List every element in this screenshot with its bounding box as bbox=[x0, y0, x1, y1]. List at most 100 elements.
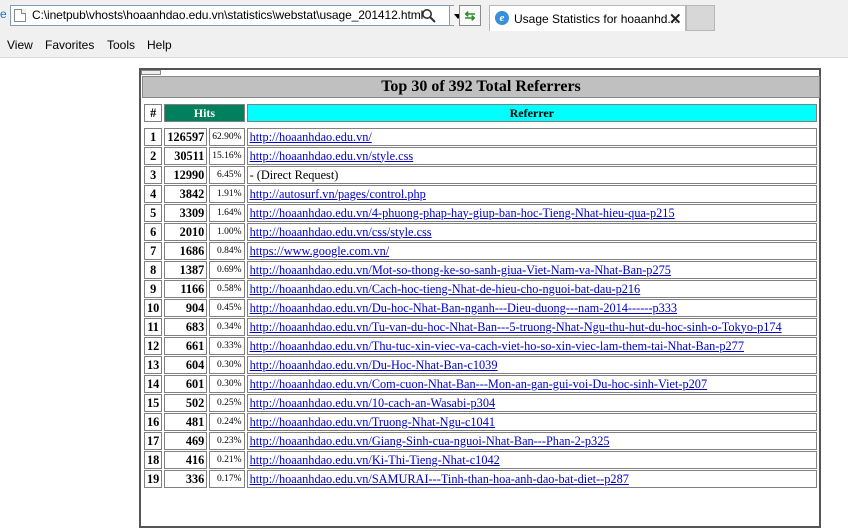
document-icon bbox=[14, 9, 26, 22]
row-referrer: http://hoaanhdao.edu.vn/10-cach-an-Wasab… bbox=[246, 394, 817, 412]
menu-view[interactable]: View bbox=[7, 38, 33, 52]
row-referrer: https://www.google.com.vn/ bbox=[246, 242, 817, 260]
row-hits: 1166 bbox=[164, 280, 208, 298]
referrers-table: # Hits Referrer 1 126597 62.90% http://hoaa… bbox=[142, 103, 819, 489]
table-row: 6 2010 1.00% http://hoaanhdao.edu.vn/css/st… bbox=[144, 223, 817, 241]
referrer-link[interactable]: http://hoaanhdao.edu.vn/Thu-tuc-xin-viec… bbox=[250, 339, 744, 353]
referrer-link[interactable]: http://hoaanhdao.edu.vn/Du-Hoc-Nhat-Ban-… bbox=[250, 358, 498, 372]
row-percent: 1.64% bbox=[209, 204, 245, 222]
referrer-link[interactable]: http://autosurf.vn/pages/control.php bbox=[250, 187, 426, 201]
row-number: 1 bbox=[144, 128, 163, 146]
table-row: 12 661 0.33% http://hoaanhdao.edu.vn/Thu-tu… bbox=[144, 337, 817, 355]
row-percent: 15.16% bbox=[209, 147, 245, 165]
row-number: 4 bbox=[144, 185, 163, 203]
referrer-link[interactable]: http://hoaanhdao.edu.vn/Giang-Sinh-cua-n… bbox=[250, 434, 610, 448]
row-referrer: http://hoaanhdao.edu.vn/Com-cuon-Nhat-Ba… bbox=[246, 375, 817, 393]
row-referrer: http://autosurf.vn/pages/control.php bbox=[246, 185, 817, 203]
table-row: 8 1387 0.69% http://hoaanhdao.edu.vn/Mot-so… bbox=[144, 261, 817, 279]
header-hits[interactable]: Hits bbox=[164, 104, 245, 122]
referrer-link[interactable]: http://hoaanhdao.edu.vn/Truong-Nhat-Ngu-… bbox=[250, 415, 495, 429]
row-hits: 502 bbox=[164, 394, 208, 412]
referrer-link[interactable]: http://hoaanhdao.edu.vn/Mot-so-thong-ke-… bbox=[250, 263, 671, 277]
referrers-report: Top 30 of 392 Total Referrers # Hits Ref… bbox=[139, 68, 821, 528]
referrer-link[interactable]: http://hoaanhdao.edu.vn/css/style.css bbox=[250, 225, 432, 239]
row-number: 10 bbox=[144, 299, 163, 317]
menu-bar: View Favorites Tools Help bbox=[0, 36, 848, 54]
row-hits: 3309 bbox=[164, 204, 208, 222]
referrer-link[interactable]: http://hoaanhdao.edu.vn/10-cach-an-Wasab… bbox=[250, 396, 496, 410]
table-row: 4 3842 1.91% http://autosurf.vn/pages/contr… bbox=[144, 185, 817, 203]
row-referrer: http://hoaanhdao.edu.vn/ bbox=[246, 128, 817, 146]
referrer-link[interactable]: http://hoaanhdao.edu.vn/SAMURAI---Tinh-t… bbox=[250, 472, 629, 486]
row-number: 15 bbox=[144, 394, 163, 412]
row-hits: 416 bbox=[164, 451, 208, 469]
header-referrer[interactable]: Referrer bbox=[246, 104, 817, 122]
table-row: 15 502 0.25% http://hoaanhdao.edu.vn/10-cac… bbox=[144, 394, 817, 412]
row-number: 16 bbox=[144, 413, 163, 431]
referrer-link[interactable]: http://hoaanhdao.edu.vn/Tu-van-du-hoc-Nh… bbox=[250, 320, 782, 334]
row-number: 14 bbox=[144, 375, 163, 393]
row-hits: 12990 bbox=[164, 166, 208, 184]
row-percent: 0.17% bbox=[209, 470, 245, 488]
row-referrer: http://hoaanhdao.edu.vn/Mot-so-thong-ke-… bbox=[246, 261, 817, 279]
row-number: 8 bbox=[144, 261, 163, 279]
row-number: 11 bbox=[144, 318, 163, 336]
referrer-link[interactable]: http://hoaanhdao.edu.vn/4-phuong-phap-ha… bbox=[250, 206, 675, 220]
menu-tools[interactable]: Tools bbox=[107, 38, 135, 52]
tab-close-icon[interactable]: ✕ bbox=[669, 10, 682, 28]
row-hits: 604 bbox=[164, 356, 208, 374]
referrer-link[interactable]: http://hoaanhdao.edu.vn/style.css bbox=[250, 149, 414, 163]
table-row: 5 3309 1.64% http://hoaanhdao.edu.vn/4-phuo… bbox=[144, 204, 817, 222]
header-number: # bbox=[144, 104, 163, 122]
row-number: 17 bbox=[144, 432, 163, 450]
row-referrer: http://hoaanhdao.edu.vn/Giang-Sinh-cua-n… bbox=[246, 432, 817, 450]
address-text[interactable]: C:\inetpub\vhosts\hoaanhdao.edu.vn\stati… bbox=[32, 8, 423, 22]
row-hits: 2010 bbox=[164, 223, 208, 241]
row-hits: 481 bbox=[164, 413, 208, 431]
compatibility-refresh-icon[interactable]: ⇆ bbox=[459, 5, 481, 26]
row-percent: 0.34% bbox=[209, 318, 245, 336]
table-row: 3 12990 6.45% - (Direct Request) bbox=[144, 166, 817, 184]
row-number: 19 bbox=[144, 470, 163, 488]
header-row: # Hits Referrer bbox=[144, 104, 817, 122]
referrer-text: - (Direct Request) bbox=[249, 167, 339, 182]
search-icon[interactable] bbox=[421, 8, 437, 23]
referrer-link[interactable]: http://hoaanhdao.edu.vn/Com-cuon-Nhat-Ba… bbox=[250, 377, 708, 391]
row-referrer: http://hoaanhdao.edu.vn/Truong-Nhat-Ngu-… bbox=[246, 413, 817, 431]
table-row: 19 336 0.17% http://hoaanhdao.edu.vn/SAMURA… bbox=[144, 470, 817, 488]
referrer-link[interactable]: https://www.google.com.vn/ bbox=[250, 244, 390, 258]
row-number: 7 bbox=[144, 242, 163, 260]
row-referrer: http://hoaanhdao.edu.vn/Thu-tuc-xin-viec… bbox=[246, 337, 817, 355]
row-hits: 1387 bbox=[164, 261, 208, 279]
row-percent: 0.30% bbox=[209, 356, 245, 374]
address-bar[interactable]: C:\inetpub\vhosts\hoaanhdao.edu.vn\stati… bbox=[10, 5, 466, 26]
referrer-link[interactable]: http://hoaanhdao.edu.vn/Du-hoc-Nhat-Ban-… bbox=[250, 301, 678, 315]
row-referrer: http://hoaanhdao.edu.vn/SAMURAI---Tinh-t… bbox=[246, 470, 817, 488]
table-row: 2 30511 15.16% http://hoaanhdao.edu.vn/styl… bbox=[144, 147, 817, 165]
row-referrer: http://hoaanhdao.edu.vn/Ki-Thi-Tieng-Nha… bbox=[246, 451, 817, 469]
row-hits: 661 bbox=[164, 337, 208, 355]
row-hits: 1686 bbox=[164, 242, 208, 260]
row-percent: 0.24% bbox=[209, 413, 245, 431]
referrer-link[interactable]: http://hoaanhdao.edu.vn/Ki-Thi-Tieng-Nha… bbox=[250, 453, 500, 467]
ie-favicon-icon: e bbox=[495, 11, 509, 25]
row-number: 12 bbox=[144, 337, 163, 355]
row-percent: 1.00% bbox=[209, 223, 245, 241]
row-hits: 126597 bbox=[164, 128, 208, 146]
row-referrer: http://hoaanhdao.edu.vn/Cach-hoc-tieng-N… bbox=[246, 280, 817, 298]
row-referrer: http://hoaanhdao.edu.vn/Du-Hoc-Nhat-Ban-… bbox=[246, 356, 817, 374]
table-body: 1 126597 62.90% http://hoaanhdao.edu.vn/2 30… bbox=[144, 128, 817, 488]
row-percent: 1.91% bbox=[209, 185, 245, 203]
row-referrer: http://hoaanhdao.edu.vn/4-phuong-phap-ha… bbox=[246, 204, 817, 222]
row-referrer: http://hoaanhdao.edu.vn/style.css bbox=[246, 147, 817, 165]
menu-favorites[interactable]: Favorites bbox=[45, 38, 94, 52]
referrer-link[interactable]: http://hoaanhdao.edu.vn/Cach-hoc-tieng-N… bbox=[250, 282, 641, 296]
table-row: 14 601 0.30% http://hoaanhdao.edu.vn/Com-cu… bbox=[144, 375, 817, 393]
new-tab-button[interactable] bbox=[686, 5, 715, 31]
row-percent: 0.30% bbox=[209, 375, 245, 393]
browser-tab[interactable]: e Usage Statistics for hoaanhd... ✕ bbox=[489, 5, 686, 31]
menu-help[interactable]: Help bbox=[147, 38, 172, 52]
row-percent: 0.69% bbox=[209, 261, 245, 279]
referrer-link[interactable]: http://hoaanhdao.edu.vn/ bbox=[250, 130, 372, 144]
row-number: 3 bbox=[144, 166, 163, 184]
